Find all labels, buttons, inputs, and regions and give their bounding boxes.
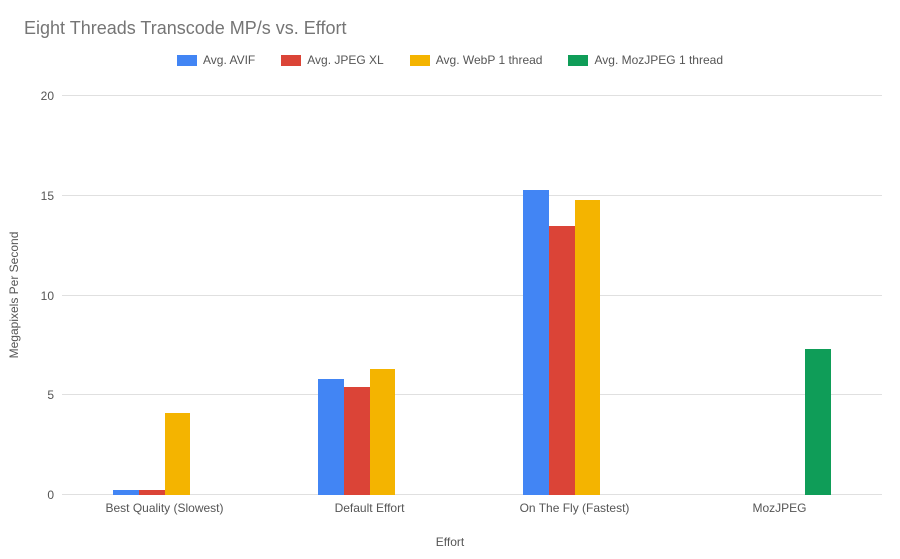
- legend-label: Avg. WebP 1 thread: [436, 53, 543, 67]
- y-tick: 5: [22, 388, 62, 402]
- bar: [575, 200, 601, 495]
- legend-item-mozjpeg: Avg. MozJPEG 1 thread: [568, 53, 723, 67]
- bar: [165, 413, 191, 495]
- y-tick: 0: [22, 488, 62, 502]
- legend-swatch: [568, 55, 588, 66]
- x-axis-label: Effort: [436, 535, 464, 549]
- legend-label: Avg. MozJPEG 1 thread: [594, 53, 723, 67]
- y-tick: 15: [22, 189, 62, 203]
- x-axis-ticks: Best Quality (Slowest) Default Effort On T…: [62, 495, 882, 515]
- bar: [370, 369, 396, 495]
- legend-item-jpegxl: Avg. JPEG XL: [281, 53, 383, 67]
- gridline: [62, 394, 882, 395]
- plot-area: 05101520 Best Quality (Slowest)Default E…: [62, 96, 882, 495]
- legend: Avg. AVIF Avg. JPEG XL Avg. WebP 1 threa…: [20, 53, 880, 67]
- legend-swatch: [410, 55, 430, 66]
- legend-label: Avg. JPEG XL: [307, 53, 383, 67]
- chart-container: Eight Threads Transcode MP/s vs. Effort …: [0, 0, 900, 559]
- gridline: [62, 95, 882, 96]
- bar: [344, 387, 370, 495]
- chart-title: Eight Threads Transcode MP/s vs. Effort: [24, 18, 880, 39]
- legend-label: Avg. AVIF: [203, 53, 255, 67]
- bar: [523, 190, 549, 495]
- legend-swatch: [281, 55, 301, 66]
- gridline: [62, 195, 882, 196]
- bar: [805, 349, 831, 495]
- legend-item-avif: Avg. AVIF: [177, 53, 255, 67]
- x-tick: MozJPEG: [752, 501, 806, 515]
- bar: [549, 226, 575, 495]
- x-tick: Default Effort: [335, 501, 405, 515]
- bar: [318, 379, 344, 495]
- legend-item-webp: Avg. WebP 1 thread: [410, 53, 543, 67]
- y-tick: 20: [22, 89, 62, 103]
- gridline: [62, 295, 882, 296]
- legend-swatch: [177, 55, 197, 66]
- y-axis-label: Megapixels Per Second: [7, 232, 21, 359]
- y-tick: 10: [22, 289, 62, 303]
- x-tick: Best Quality (Slowest): [105, 501, 223, 515]
- x-tick: On The Fly (Fastest): [520, 501, 630, 515]
